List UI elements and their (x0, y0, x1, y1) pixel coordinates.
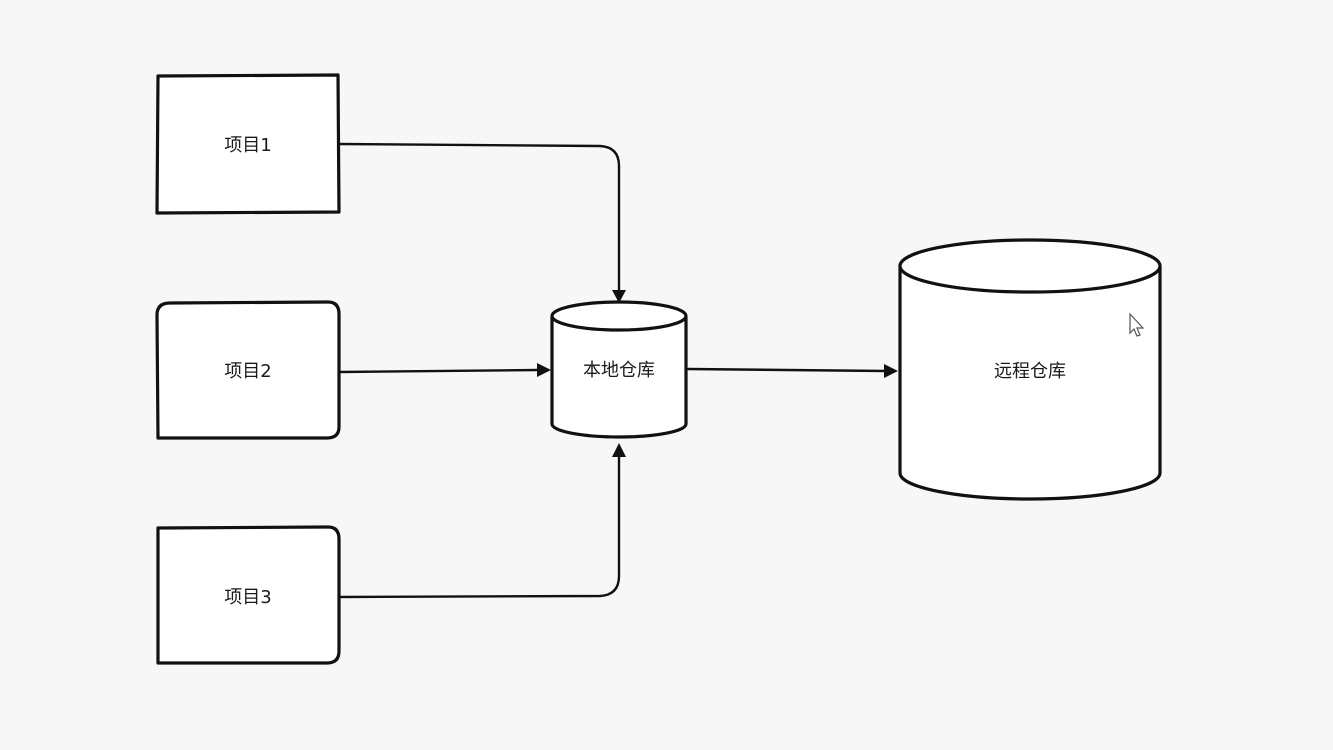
edge-p2-local (337, 368, 540, 374)
node-p3-label: 项目3 (224, 587, 271, 608)
node-p2-label: 项目2 (224, 361, 271, 382)
node-remote-body (898, 266, 1162, 501)
arrowhead-p3-local (612, 443, 626, 457)
node-p3[interactable]: 项目3 (156, 525, 341, 665)
node-remote-label: 远程仓库 (994, 361, 1066, 382)
node-p1[interactable]: 项目1 (155, 73, 341, 215)
edge-local-remote (686, 367, 888, 373)
edge-p3-local (337, 454, 621, 599)
node-p1-label: 项目1 (224, 135, 271, 156)
edge-p1-local (337, 142, 621, 294)
diagram-canvas: 项目1 项目2 项目3 本地仓库 远程仓库 (155, 73, 1162, 665)
node-remote-top (898, 238, 1162, 294)
node-p2[interactable]: 项目2 (155, 300, 341, 440)
node-remote[interactable]: 远程仓库 (898, 238, 1162, 501)
node-local[interactable]: 本地仓库 (550, 300, 688, 439)
arrowhead-p2-local (537, 363, 551, 377)
node-local-label: 本地仓库 (583, 360, 655, 381)
arrowhead-local-remote (884, 364, 898, 378)
node-local-top (550, 300, 688, 332)
